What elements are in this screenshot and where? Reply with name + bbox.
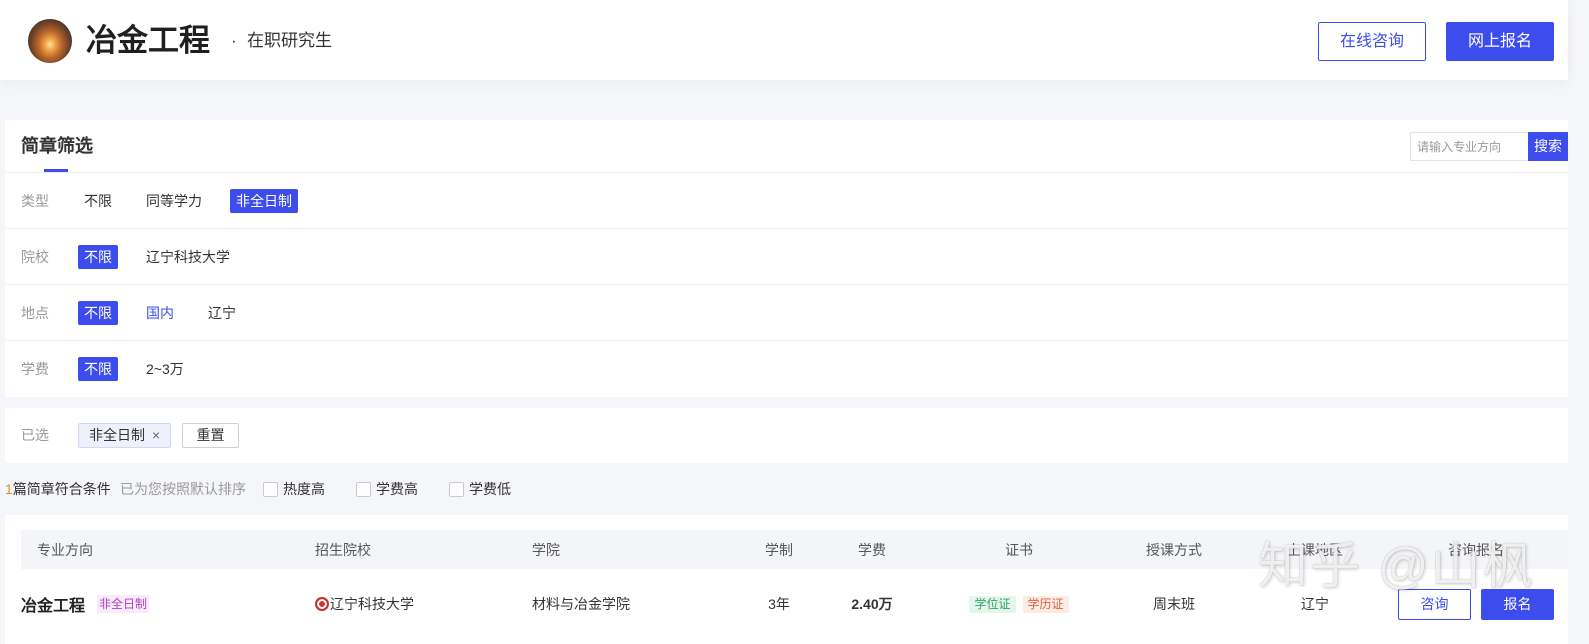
filter-row-label: 院校	[21, 249, 49, 265]
filter-option[interactable]: 国内	[140, 301, 180, 325]
column-header: 授课方式	[1146, 541, 1202, 558]
action-cell: 咨询 报名	[1390, 574, 1562, 634]
consult-button[interactable]: 咨询	[1398, 588, 1471, 620]
filter-row-label: 地点	[21, 305, 49, 321]
filter-row-label: 类型	[21, 193, 49, 209]
search-input[interactable]	[1410, 132, 1528, 161]
program-cell: 冶金工程 非全日制	[21, 574, 150, 634]
sort-option-fee-low[interactable]: 学费低	[449, 481, 511, 497]
table-header: 专业方向 招生院校 学院 学制 学费 证书 授课方式 上课地区 咨询报名	[21, 530, 1568, 569]
filter-option[interactable]: 非全日制	[230, 189, 298, 213]
sort-option-label: 学费低	[469, 481, 511, 497]
sort-hint: 已为您按照默认排序	[120, 481, 246, 497]
online-apply-button[interactable]: 网上报名	[1446, 22, 1554, 61]
school-name: 辽宁科技大学	[330, 596, 414, 612]
page-title: 冶金工程	[86, 23, 210, 58]
reset-button[interactable]: 重置	[182, 423, 239, 448]
filter-row-location: 地点 不限 国内 辽宁	[5, 285, 1568, 341]
checkbox[interactable]	[263, 481, 278, 497]
avatar	[28, 19, 72, 63]
filter-options: 不限 辽宁科技大学	[78, 245, 258, 269]
selected-filters-label: 已选	[21, 427, 49, 443]
duration-cell: 3年	[768, 596, 790, 612]
result-count: 1篇简章符合条件	[5, 463, 111, 515]
filter-option[interactable]: 辽宁	[202, 301, 242, 325]
school-cell: 辽宁科技大学	[315, 574, 414, 634]
column-header: 证书	[1005, 541, 1033, 558]
filter-option[interactable]: 不限	[78, 189, 118, 213]
filter-options: 不限 2~3万	[78, 357, 212, 381]
program-category: 在职研究生	[247, 31, 332, 50]
degree-certificate-badge: 学位证	[969, 595, 1016, 613]
sort-option-label: 学费高	[376, 481, 418, 497]
result-count-text: 篇简章符合条件	[12, 481, 111, 497]
college-cell: 材料与冶金学院	[532, 596, 630, 612]
chip-label: 非全日制	[89, 427, 145, 443]
filter-options: 不限 国内 辽宁	[78, 301, 264, 325]
online-consult-button[interactable]: 在线咨询	[1318, 22, 1426, 61]
teaching-mode-cell: 周末班	[1153, 596, 1195, 612]
result-count-number: 1	[5, 481, 13, 497]
sort-option-label: 热度高	[283, 481, 325, 497]
sort-bar: 1篇简章符合条件 已为您按照默认排序 热度高 学费高 学费低	[0, 463, 1568, 515]
sort-option-fee-high[interactable]: 学费高	[356, 481, 418, 497]
study-type-badge: 非全日制	[97, 595, 150, 613]
checkbox[interactable]	[449, 481, 464, 497]
table-row: 冶金工程 非全日制 辽宁科技大学 材料与冶金学院 3年 2.40万 学位证 学历…	[21, 574, 1568, 634]
close-icon[interactable]: ×	[152, 424, 160, 447]
program-name[interactable]: 冶金工程	[21, 592, 85, 616]
filter-row-type: 类型 不限 同等学力 非全日制	[5, 173, 1568, 229]
certificate-cell: 学位证 学历证	[944, 574, 1094, 634]
fee-cell: 2.40万	[851, 596, 893, 612]
column-header: 专业方向	[37, 541, 93, 558]
filter-row-school: 院校 不限 辽宁科技大学	[5, 229, 1568, 285]
school-logo-icon	[315, 597, 329, 611]
filter-option[interactable]: 不限	[78, 301, 118, 325]
page-header: 冶金工程 · 在职研究生 在线咨询 网上报名	[0, 0, 1568, 80]
subtitle-separator: ·	[231, 31, 237, 50]
checkbox[interactable]	[356, 481, 371, 497]
filter-option[interactable]: 不限	[78, 245, 118, 269]
sort-option-popularity[interactable]: 热度高	[263, 481, 325, 497]
selected-filters-panel: 已选 非全日制 × 重置	[5, 408, 1568, 463]
apply-button[interactable]: 报名	[1481, 588, 1554, 620]
filter-option[interactable]: 同等学力	[140, 189, 208, 213]
column-header: 招生院校	[315, 541, 371, 558]
filter-title: 简章筛选	[21, 136, 93, 156]
filter-option[interactable]: 不限	[78, 357, 118, 381]
column-header: 上课地区	[1287, 541, 1343, 558]
search-button[interactable]: 搜索	[1528, 132, 1568, 161]
filter-option[interactable]: 辽宁科技大学	[140, 245, 236, 269]
selected-filter-chip: 非全日制 ×	[78, 423, 172, 448]
filter-panel: 简章筛选 搜索 类型 不限 同等学力 非全日制 院校 不限 辽宁科技大学 地点 …	[5, 120, 1568, 397]
filter-option[interactable]: 2~3万	[140, 357, 190, 381]
filter-options: 不限 同等学力 非全日制	[78, 189, 320, 213]
column-header: 咨询报名	[1448, 541, 1504, 558]
program-table: 专业方向 招生院校 学院 学制 学费 证书 授课方式 上课地区 咨询报名 冶金工…	[5, 515, 1568, 644]
column-header: 学制	[765, 541, 793, 558]
diploma-certificate-badge: 学历证	[1022, 595, 1069, 613]
region-cell: 辽宁	[1301, 596, 1329, 612]
filter-row-label: 学费	[21, 361, 49, 377]
column-header: 学院	[532, 541, 560, 558]
column-header: 学费	[858, 541, 886, 558]
filter-row-tuition: 学费 不限 2~3万	[5, 341, 1568, 397]
